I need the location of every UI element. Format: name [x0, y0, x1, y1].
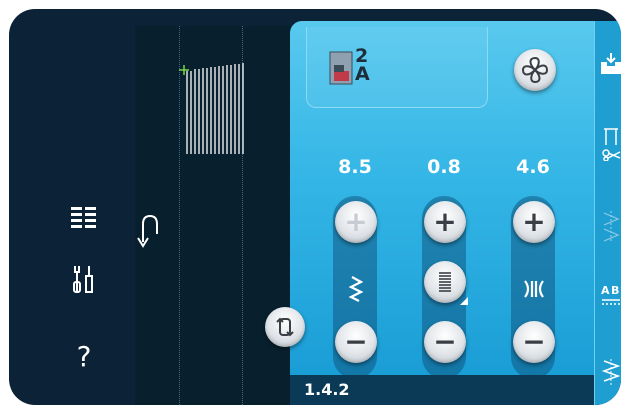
sequence-icon[interactable]: A B	[598, 277, 621, 311]
presser-foot-box: 2 A	[306, 27, 488, 108]
svg-text:B: B	[611, 284, 619, 297]
stitch-width-minus-button[interactable]: −	[335, 321, 377, 363]
stitch-settings-panel: 2 A 8.5 + − 0.8 + − 4.6 + − 1.4.2	[290, 21, 621, 405]
selection-menu-icon[interactable]	[69, 204, 99, 230]
stitch-number: 1.4.2	[304, 380, 350, 399]
help-label: ?	[76, 339, 92, 373]
sewing-machine-screen: ? 2 A 8.5 + − 0.8 + − 4.6 + − 1.4.2 A B	[9, 9, 621, 405]
tools-icon[interactable]	[69, 263, 99, 295]
svg-text:A: A	[601, 284, 610, 297]
fan-button[interactable]	[514, 49, 556, 91]
restore-button[interactable]	[265, 307, 305, 347]
stitch-preview-area[interactable]	[135, 26, 301, 405]
stitch-info-bar: 1.4.2	[290, 375, 621, 405]
stitch-density-icon[interactable]	[424, 261, 468, 305]
stitch-positioning-icon	[514, 273, 554, 305]
right-toolbar: A B	[594, 21, 621, 405]
presser-foot-letter: A	[355, 63, 370, 85]
stitch-program-icon[interactable]	[598, 355, 621, 389]
stitch-positioning-plus-button[interactable]: +	[513, 201, 555, 243]
stitch-width-plus-button[interactable]: +	[335, 201, 377, 243]
stitch-density-minus-button[interactable]: −	[424, 321, 466, 363]
stitch-width-icon	[336, 273, 376, 305]
help-icon[interactable]: ?	[67, 339, 101, 373]
load-icon[interactable]	[598, 47, 621, 81]
restore-icon	[276, 317, 294, 337]
stitch-positioning-value: 4.6	[516, 156, 550, 178]
stitch-density-value: 0.8	[427, 156, 461, 178]
stitch-width-value: 8.5	[338, 156, 372, 178]
mirror-icon[interactable]	[598, 209, 621, 243]
thread-cutter-icon[interactable]	[598, 127, 621, 161]
stitch-positioning-minus-button[interactable]: −	[513, 321, 555, 363]
stitch-density-plus-button[interactable]: +	[424, 201, 466, 243]
fan-icon	[521, 56, 549, 84]
reverse-direction-icon[interactable]	[135, 206, 161, 254]
